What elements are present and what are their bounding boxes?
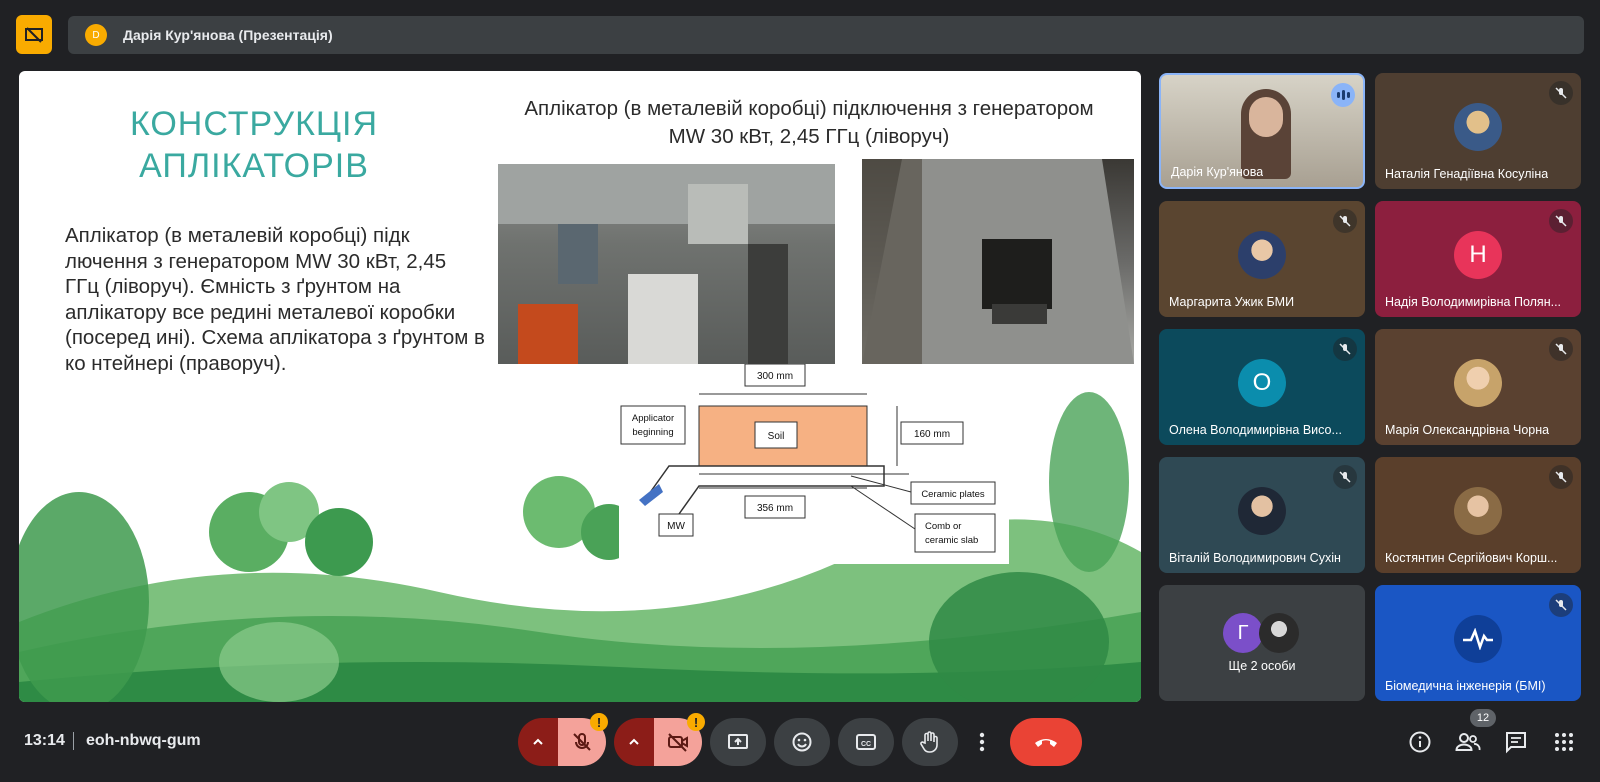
people-count-badge: 12 — [1470, 709, 1496, 727]
hangup-icon — [1035, 739, 1057, 747]
meet-window: D Дарія Кур'янова (Презентація) КОНСТРУК… — [0, 0, 1600, 782]
chat-icon — [1506, 732, 1526, 754]
participant-name: Маргарита Ужик БМИ — [1169, 295, 1295, 309]
participant-name: Дарія Кур'янова — [1171, 165, 1264, 179]
slide-body-text: Аплікатор (в металевій коробці) підк люч… — [65, 224, 485, 375]
people-button[interactable] — [1452, 726, 1484, 758]
bmi-logo-icon — [1454, 615, 1502, 663]
hand-icon — [920, 731, 938, 753]
video-options-button[interactable] — [614, 718, 654, 766]
present-screen-button[interactable] — [710, 718, 766, 766]
mic-off-icon — [1333, 209, 1357, 233]
presenter-label: Дарія Кур'янова (Презентація) — [123, 27, 333, 43]
more-options-button[interactable] — [966, 718, 998, 766]
participant-avatar — [1238, 231, 1286, 279]
participant-tile-2[interactable]: Маргарита Ужик БМИ — [1159, 201, 1365, 317]
participant-avatar — [1454, 359, 1502, 407]
camera-warning-icon: ! — [687, 713, 705, 731]
diagram-bottom-label: 356 mm — [757, 503, 793, 514]
others-tile[interactable]: Г Ще 2 особи — [1159, 585, 1365, 701]
participant-letter-avatar: Н — [1454, 231, 1502, 279]
meeting-details-button[interactable] — [1404, 726, 1436, 758]
participant-name: Біомедична інженерія (БМІ) — [1385, 679, 1546, 693]
more-vert-icon — [979, 732, 985, 752]
meeting-code[interactable]: eoh-nbwq-gum — [86, 732, 201, 750]
slide-heading: Аплікатор (в металевій коробці) підключе… — [524, 97, 1094, 148]
participant-avatar — [1454, 487, 1502, 535]
presenter-avatar: D — [85, 24, 107, 46]
others-label: Ще 2 особи — [1228, 659, 1296, 673]
participant-name: Наталія Генадіївна Косуліна — [1385, 167, 1549, 181]
mic-off-icon — [1549, 209, 1573, 233]
diagram-mw-label: MW — [667, 521, 685, 532]
present-screen-icon — [728, 734, 748, 749]
clock: 13:14 — [24, 732, 65, 749]
presentation-slide: КОНСТРУКЦІЯ АПЛІКАТОРІВ Аплікатор (в мет… — [19, 71, 1141, 702]
mic-off-icon — [573, 733, 591, 751]
applicator-diagram: Soil 300 mm 160 mm Applicator beginning … — [619, 364, 1009, 564]
participant-tile-4[interactable]: О Олена Володимирівна Висо... — [1159, 329, 1365, 445]
chat-button[interactable] — [1500, 726, 1532, 758]
participant-name: Олена Володимирівна Висо... — [1169, 423, 1342, 437]
diagram-comb-label-1: Comb or — [925, 521, 961, 532]
stop-presenting-button[interactable] — [16, 15, 52, 54]
diagram-width-label: 300 mm — [757, 371, 793, 382]
diagram-applicator-label-2: beginning — [632, 427, 673, 438]
chevron-up-icon — [533, 738, 543, 745]
others-photo-avatar — [1259, 613, 1299, 653]
mic-off-icon — [1333, 337, 1357, 361]
info-icon — [1409, 731, 1431, 753]
mic-off-icon — [1549, 465, 1573, 489]
svg-text:CC: CC — [861, 741, 871, 748]
participant-name: Надія Володимирівна Полян... — [1385, 295, 1562, 309]
emoji-icon — [792, 732, 812, 752]
activities-button[interactable] — [1548, 726, 1580, 758]
participant-tile-5[interactable]: Марія Олександрівна Чорна — [1375, 329, 1581, 445]
slide-title: КОНСТРУКЦІЯ АПЛІКАТОРІВ — [129, 105, 379, 185]
diagram-height-label: 160 mm — [914, 429, 950, 440]
diagram-comb-label-2: ceramic slab — [925, 535, 978, 546]
participant-name: Костянтин Сергійович Корш... — [1385, 551, 1558, 565]
mic-warning-icon: ! — [590, 713, 608, 731]
captions-icon: CC — [856, 734, 876, 750]
diagram-soil-label: Soil — [768, 431, 785, 442]
participant-tile-1[interactable]: Наталія Генадіївна Косуліна — [1375, 73, 1581, 189]
participant-tile-7[interactable]: Костянтин Сергійович Корш... — [1375, 457, 1581, 573]
audio-options-button[interactable] — [518, 718, 558, 766]
camera-off-icon — [668, 733, 688, 752]
mic-off-icon — [1549, 337, 1573, 361]
people-icon — [1455, 733, 1481, 751]
speaking-indicator-icon — [1331, 83, 1355, 107]
metal-box-photo — [862, 159, 1134, 364]
captions-button[interactable]: CC — [838, 718, 894, 766]
others-letter-avatar: Г — [1223, 613, 1263, 653]
reactions-button[interactable] — [774, 718, 830, 766]
participant-avatar — [1454, 103, 1502, 151]
participant-letter-avatar: О — [1238, 359, 1286, 407]
diagram-applicator-label-1: Applicator — [632, 413, 674, 424]
chevron-up-icon — [629, 738, 639, 745]
present-off-icon — [25, 26, 43, 43]
participant-tile-3[interactable]: Н Надія Володимирівна Полян... — [1375, 201, 1581, 317]
applicator-photo — [498, 164, 835, 364]
participant-tile-0[interactable]: Дарія Кур'янова — [1159, 73, 1365, 189]
mic-off-icon — [1549, 593, 1573, 617]
raise-hand-button[interactable] — [902, 718, 958, 766]
participant-tile-8[interactable]: Біомедична інженерія (БМІ) — [1375, 585, 1581, 701]
leave-call-button[interactable] — [1010, 718, 1082, 766]
apps-grid-icon — [1555, 733, 1573, 751]
presenter-bar[interactable]: D Дарія Кур'янова (Презентація) — [68, 16, 1584, 54]
participant-tile-6[interactable]: Віталій Володимирович Сухін — [1159, 457, 1365, 573]
mic-off-icon — [1333, 465, 1357, 489]
participant-avatar — [1238, 487, 1286, 535]
participant-name: Віталій Володимирович Сухін — [1169, 551, 1341, 565]
participant-name: Марія Олександрівна Чорна — [1385, 423, 1550, 437]
divider — [73, 732, 74, 750]
participant-face — [1249, 97, 1283, 137]
diagram-ceramic-label: Ceramic plates — [921, 489, 985, 500]
mic-off-icon — [1549, 81, 1573, 105]
